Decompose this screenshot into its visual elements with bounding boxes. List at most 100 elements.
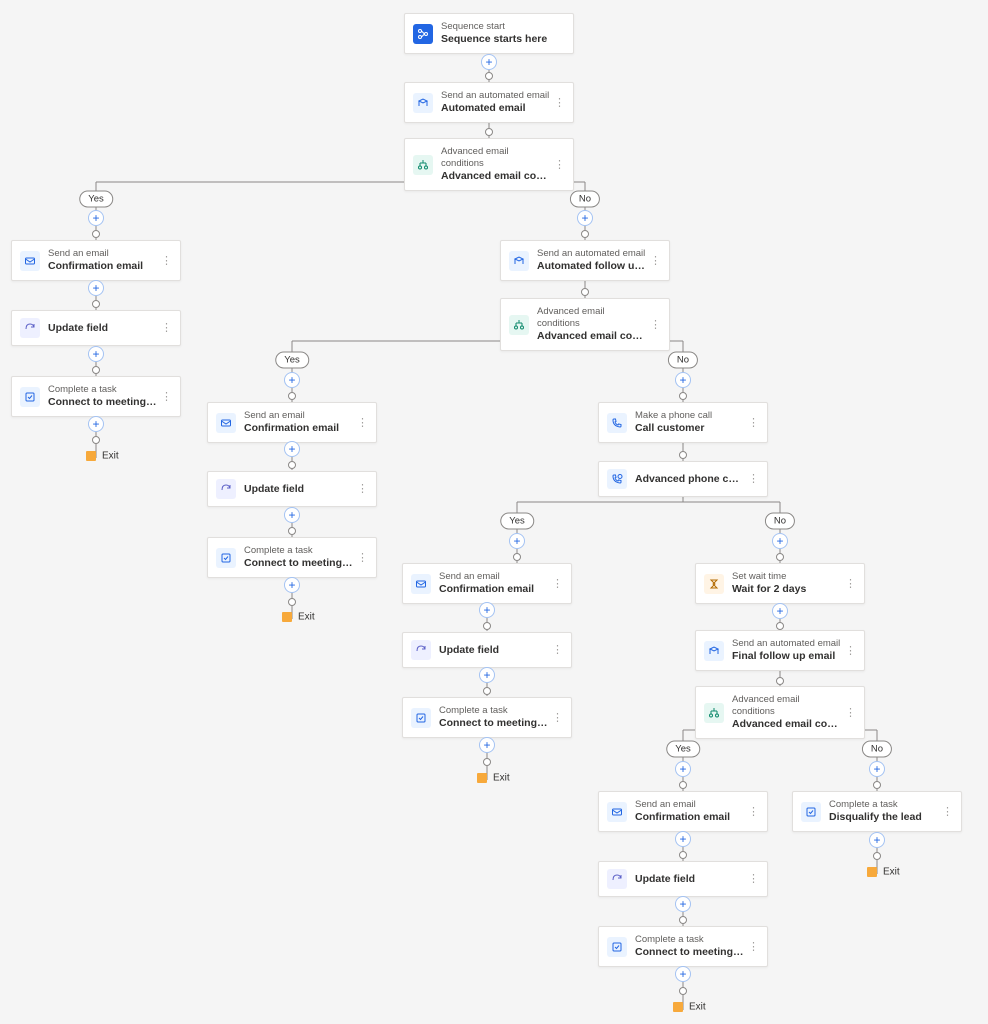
add-step-button[interactable]: + [577, 210, 593, 226]
send-email-card[interactable]: Send an email Confirmation email ⋮ [402, 563, 572, 604]
connector-dot [288, 392, 296, 400]
complete-task-card[interactable]: Complete a task Connect to meeting for p… [402, 697, 572, 738]
card-menu-icon[interactable]: ⋮ [744, 809, 759, 815]
card-subtitle: Complete a task [48, 384, 157, 396]
card-menu-icon[interactable]: ⋮ [548, 581, 563, 587]
card-menu-icon[interactable]: ⋮ [157, 258, 172, 264]
phone-call-card[interactable]: Make a phone call Call customer ⋮ [598, 402, 768, 443]
card-subtitle: Sequence start [441, 21, 565, 33]
add-step-button[interactable]: + [675, 761, 691, 777]
advanced-email-conditions-card[interactable]: Advanced email conditions Advanced email… [695, 686, 865, 739]
connector-dot [679, 916, 687, 924]
card-subtitle: Send an email [244, 410, 353, 422]
card-title: Connect to meeting for product demo r... [48, 396, 157, 409]
card-menu-icon[interactable]: ⋮ [353, 555, 368, 561]
card-menu-icon[interactable]: ⋮ [157, 325, 172, 331]
add-step-button[interactable]: + [481, 54, 497, 70]
connector-dot [485, 72, 493, 80]
card-menu-icon[interactable]: ⋮ [353, 486, 368, 492]
sequence-start-card[interactable]: Sequence start Sequence starts here [404, 13, 574, 54]
card-title: Disqualify the lead [829, 811, 938, 824]
card-menu-icon[interactable]: ⋮ [841, 710, 856, 716]
card-menu-icon[interactable]: ⋮ [841, 648, 856, 654]
card-menu-icon[interactable]: ⋮ [646, 258, 661, 264]
card-menu-icon[interactable]: ⋮ [353, 420, 368, 426]
exit-marker [867, 867, 877, 877]
update-field-icon [216, 479, 236, 499]
update-field-card[interactable]: Update field ⋮ [207, 471, 377, 507]
advanced-phone-condition-card[interactable]: Advanced phone condition ⋮ [598, 461, 768, 497]
card-menu-icon[interactable]: ⋮ [744, 420, 759, 426]
final-followup-email-card[interactable]: Send an automated email Final follow up … [695, 630, 865, 671]
conditions-icon [704, 703, 724, 723]
phone-condition-icon [607, 469, 627, 489]
card-menu-icon[interactable]: ⋮ [646, 322, 661, 328]
card-menu-icon[interactable]: ⋮ [744, 944, 759, 950]
card-menu-icon[interactable]: ⋮ [841, 581, 856, 587]
card-menu-icon[interactable]: ⋮ [548, 647, 563, 653]
card-menu-icon[interactable]: ⋮ [744, 476, 759, 482]
connector-dot [92, 366, 100, 374]
exit-label: Exit [689, 1002, 706, 1013]
exit-marker [86, 451, 96, 461]
update-field-card[interactable]: Update field ⋮ [598, 861, 768, 897]
card-menu-icon[interactable]: ⋮ [744, 876, 759, 882]
complete-task-card[interactable]: Complete a task Connect to meeting for p… [207, 537, 377, 578]
add-step-button[interactable]: + [509, 533, 525, 549]
advanced-email-conditions-card[interactable]: Advanced email conditions Advanced email… [500, 298, 670, 351]
card-menu-icon[interactable]: ⋮ [550, 100, 565, 106]
automated-email-card[interactable]: Send an automated email Automated email … [404, 82, 574, 123]
wait-icon [704, 574, 724, 594]
connector-dot [873, 781, 881, 789]
card-subtitle: Complete a task [829, 799, 938, 811]
add-step-button[interactable]: + [869, 832, 885, 848]
add-step-button[interactable]: + [479, 737, 495, 753]
card-subtitle: Complete a task [244, 545, 353, 557]
connector-dot [288, 527, 296, 535]
card-menu-icon[interactable]: ⋮ [938, 809, 953, 815]
advanced-email-conditions-card[interactable]: Advanced email conditions Advanced email… [404, 138, 574, 191]
send-email-card[interactable]: Send an email Confirmation email ⋮ [11, 240, 181, 281]
add-step-button[interactable]: + [675, 372, 691, 388]
connector-dot [776, 553, 784, 561]
task-icon [20, 387, 40, 407]
connector-dot [92, 436, 100, 444]
send-email-card[interactable]: Send an email Confirmation email ⋮ [207, 402, 377, 443]
card-subtitle: Advanced email conditions [441, 146, 550, 170]
complete-task-card[interactable]: Complete a task Connect to meeting for p… [598, 926, 768, 967]
add-step-button[interactable]: + [675, 896, 691, 912]
add-step-button[interactable]: + [772, 603, 788, 619]
add-step-button[interactable]: + [284, 372, 300, 388]
update-field-card[interactable]: Update field ⋮ [11, 310, 181, 346]
update-field-card[interactable]: Update field ⋮ [402, 632, 572, 668]
connector-dot [92, 300, 100, 308]
complete-task-card[interactable]: Complete a task Connect to meeting for p… [11, 376, 181, 417]
add-step-button[interactable]: + [88, 210, 104, 226]
add-step-button[interactable]: + [284, 507, 300, 523]
automated-followup-card[interactable]: Send an automated email Automated follow… [500, 240, 670, 281]
add-step-button[interactable]: + [479, 667, 495, 683]
add-step-button[interactable]: + [675, 831, 691, 847]
add-step-button[interactable]: + [284, 577, 300, 593]
update-field-icon [607, 869, 627, 889]
add-step-button[interactable]: + [772, 533, 788, 549]
add-step-button[interactable]: + [88, 346, 104, 362]
add-step-button[interactable]: + [284, 441, 300, 457]
card-menu-icon[interactable]: ⋮ [548, 715, 563, 721]
wait-card[interactable]: Set wait time Wait for 2 days ⋮ [695, 563, 865, 604]
send-email-card[interactable]: Send an email Confirmation email ⋮ [598, 791, 768, 832]
add-step-button[interactable]: + [675, 966, 691, 982]
add-step-button[interactable]: + [88, 416, 104, 432]
add-step-button[interactable]: + [88, 280, 104, 296]
connector-dot [92, 230, 100, 238]
card-menu-icon[interactable]: ⋮ [550, 162, 565, 168]
exit-marker [282, 612, 292, 622]
exit-icon [86, 451, 96, 461]
add-step-button[interactable]: + [479, 602, 495, 618]
update-field-icon [20, 318, 40, 338]
card-title: Connect to meeting for product demo r... [635, 946, 744, 959]
add-step-button[interactable]: + [869, 761, 885, 777]
disqualify-lead-card[interactable]: Complete a task Disqualify the lead ⋮ [792, 791, 962, 832]
card-subtitle: Send an automated email [732, 638, 841, 650]
card-menu-icon[interactable]: ⋮ [157, 394, 172, 400]
